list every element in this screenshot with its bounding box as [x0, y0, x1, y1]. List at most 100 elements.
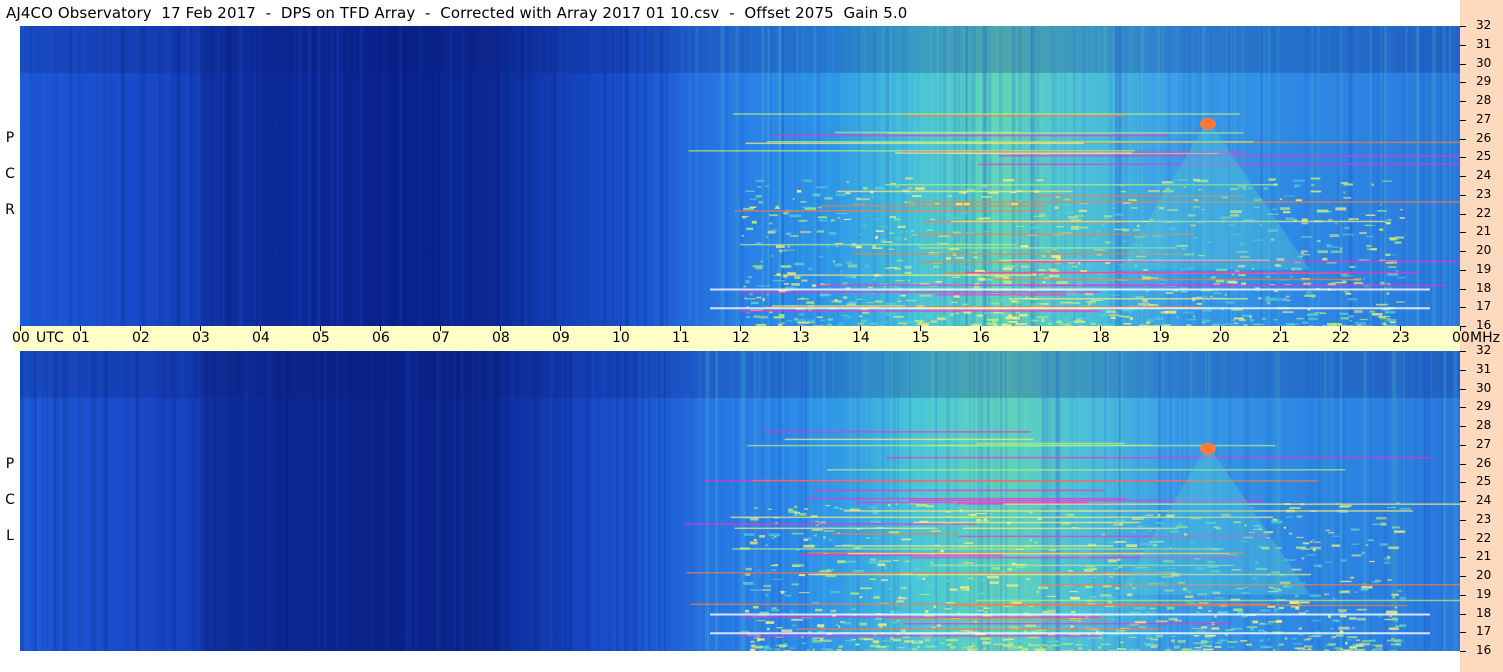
spectral-streak — [603, 26, 608, 326]
panel-label-letter: C — [5, 492, 15, 508]
spectral-streak — [40, 26, 44, 326]
daytime-emission — [1116, 311, 1120, 313]
daytime-emission — [1138, 626, 1146, 628]
daytime-emission — [924, 639, 931, 642]
interference-line — [913, 521, 1141, 524]
spectral-streak — [351, 351, 355, 651]
daytime-emission — [1271, 520, 1283, 524]
spectral-streak — [668, 351, 671, 651]
daytime-emission — [872, 640, 880, 644]
spectral-streak — [242, 26, 245, 326]
daytime-emission — [855, 245, 862, 249]
daytime-emission — [1046, 595, 1057, 597]
daytime-emission — [869, 506, 878, 508]
daytime-emission — [1350, 528, 1360, 531]
daytime-emission — [1348, 648, 1359, 651]
daytime-emission — [1266, 295, 1270, 298]
daytime-emission — [949, 588, 958, 591]
daytime-emission — [1182, 311, 1194, 314]
spectral-streak — [1023, 26, 1025, 326]
daytime-emission — [781, 629, 793, 633]
daytime-emission — [921, 185, 929, 187]
daytime-emission — [1267, 638, 1271, 641]
daytime-emission — [1084, 292, 1094, 296]
spectral-streak — [1114, 26, 1118, 326]
daytime-emission — [1160, 311, 1169, 314]
daytime-emission — [1388, 546, 1399, 550]
daytime-emission — [933, 605, 936, 608]
interference-line — [686, 572, 1172, 574]
daytime-emission — [1353, 281, 1364, 285]
daytime-emission — [855, 643, 860, 646]
daytime-emission — [875, 300, 883, 303]
spectral-streak — [76, 26, 79, 326]
spectral-streak — [321, 351, 324, 651]
daytime-emission — [1308, 317, 1318, 321]
daytime-emission — [1074, 237, 1078, 239]
interference-line — [856, 501, 1089, 504]
daytime-emission — [786, 320, 793, 322]
daytime-emission — [915, 503, 928, 507]
daytime-emission — [791, 624, 797, 627]
daytime-emission — [1298, 627, 1302, 630]
daytime-emission — [989, 581, 999, 585]
interference-line — [747, 444, 1276, 447]
spectral-streak — [1267, 26, 1271, 326]
daytime-emission — [1388, 266, 1397, 269]
spectral-streak — [838, 351, 842, 651]
interference-line — [834, 131, 1022, 134]
daytime-emission — [1040, 504, 1045, 508]
mhz-tick-mark — [1460, 194, 1466, 196]
spectral-streak — [715, 351, 718, 651]
daytime-emission — [816, 316, 823, 319]
spectral-streak — [616, 351, 620, 651]
spectral-streak — [142, 26, 145, 326]
daytime-emission — [1148, 190, 1160, 193]
daytime-emission — [868, 286, 874, 288]
daytime-emission — [846, 181, 850, 184]
daytime-emission — [957, 560, 964, 563]
daytime-emission — [1028, 511, 1033, 514]
mhz-tick-mark — [1460, 101, 1466, 102]
daytime-emission — [1031, 319, 1039, 322]
spectral-streak — [263, 26, 266, 326]
spectral-streak — [849, 351, 852, 651]
mhz-tick-mark — [1460, 213, 1466, 215]
spectral-streak — [524, 26, 526, 326]
daytime-emission — [1302, 582, 1306, 585]
spectral-streak — [602, 351, 607, 651]
daytime-emission — [896, 611, 900, 613]
daytime-emission — [1071, 266, 1078, 268]
daytime-emission — [1309, 594, 1321, 598]
daytime-emission — [740, 630, 750, 633]
daytime-emission — [1209, 295, 1213, 298]
daytime-emission — [878, 560, 891, 563]
daytime-emission — [959, 606, 965, 608]
daytime-emission — [1116, 558, 1121, 562]
spectral-streak — [784, 351, 789, 651]
interference-line — [962, 527, 1178, 530]
daytime-emission — [1340, 317, 1349, 320]
daytime-emission — [1362, 640, 1371, 642]
daytime-emission — [835, 624, 838, 626]
daytime-emission — [1156, 634, 1164, 638]
daytime-emission — [1386, 319, 1397, 322]
spectral-streak — [688, 26, 691, 326]
spectral-streak — [312, 351, 315, 651]
daytime-emission — [745, 280, 750, 284]
daytime-emission — [978, 277, 986, 281]
interference-line — [739, 243, 1016, 246]
daytime-emission — [947, 195, 952, 197]
daytime-emission — [1312, 538, 1315, 541]
spectral-streak — [999, 26, 1001, 326]
daytime-emission — [758, 649, 768, 651]
daytime-emission — [1295, 199, 1302, 202]
spectral-streak — [29, 26, 32, 326]
spectral-streak — [462, 26, 464, 326]
spectral-streak — [872, 26, 877, 326]
daytime-emission — [745, 190, 755, 192]
daytime-emission — [1386, 292, 1390, 295]
spectral-streak — [43, 26, 47, 326]
daytime-emission — [1298, 634, 1304, 636]
daytime-emission — [850, 592, 859, 595]
